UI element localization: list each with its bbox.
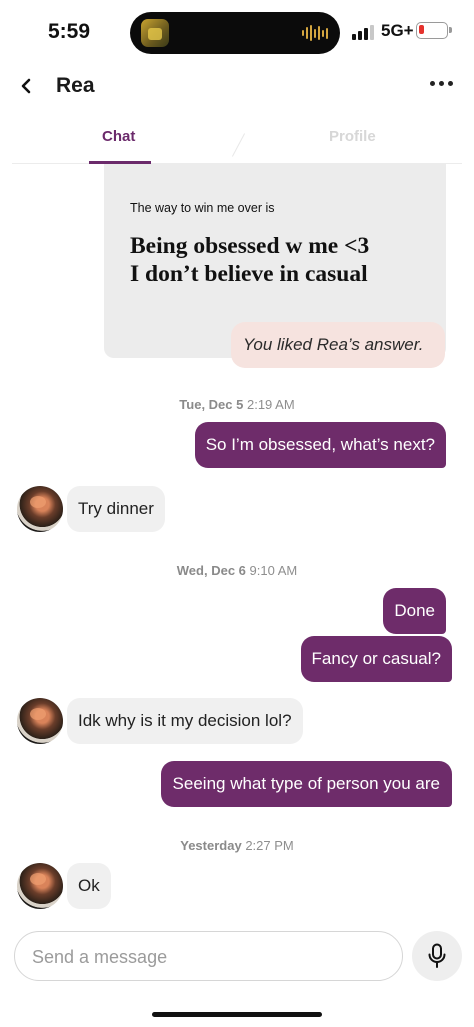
voice-message-button[interactable] — [412, 931, 462, 981]
more-options-button[interactable] — [426, 76, 456, 90]
timestamp-time: 2:27 PM — [245, 838, 294, 853]
timestamp-day: Yesterday — [180, 838, 242, 853]
avatar[interactable] — [17, 863, 63, 909]
timestamp-time: 2:19 AM — [246, 397, 295, 412]
message-input[interactable] — [32, 944, 372, 970]
avatar[interactable] — [17, 698, 63, 744]
back-button[interactable] — [14, 70, 44, 102]
timestamp-day: Wed, Dec 6 — [176, 563, 246, 578]
dynamic-island[interactable] — [130, 12, 340, 54]
more-horizontal-icon — [429, 80, 435, 86]
sent-message[interactable]: Done — [383, 588, 446, 634]
sent-message[interactable]: Fancy or casual? — [300, 636, 452, 682]
microphone-icon — [428, 943, 446, 968]
liked-answer-text: You liked Rea’s answer. — [243, 335, 424, 354]
prompt-answer-line: I don’t believe in casual — [130, 261, 368, 287]
battery-icon — [416, 22, 452, 39]
received-message[interactable]: Idk why is it my decision lol? — [67, 698, 303, 744]
prompt-answer-line: Being obsessed w me <3 — [130, 233, 370, 259]
avatar[interactable] — [17, 486, 63, 532]
timestamp: Tue, Dec 5 2:19 AM — [0, 397, 474, 412]
received-message[interactable]: Try dinner — [67, 486, 165, 532]
home-indicator[interactable] — [152, 1012, 322, 1017]
conversation-tabs: Chat Profile — [12, 118, 462, 164]
tab-chat[interactable]: Chat — [102, 128, 135, 145]
cellular-signal-icon — [352, 25, 374, 40]
tab-divider — [231, 133, 246, 157]
timestamp: Wed, Dec 6 9:10 AM — [0, 563, 474, 578]
live-activity-app-icon — [141, 19, 169, 47]
liked-answer-badge: You liked Rea’s answer. — [231, 322, 445, 368]
timestamp: Yesterday 2:27 PM — [0, 838, 474, 853]
audio-waveform-icon — [302, 25, 328, 41]
match-name[interactable]: Rea — [56, 74, 95, 98]
message-composer — [14, 931, 403, 981]
timestamp-time: 9:10 AM — [249, 563, 298, 578]
prompt-answer: Being obsessed w me <3 I don’t believe i… — [130, 232, 430, 288]
timestamp-day: Tue, Dec 5 — [179, 397, 244, 412]
prompt-question: The way to win me over is — [130, 201, 275, 215]
status-time: 5:59 — [48, 20, 91, 43]
chat-header: Rea — [0, 66, 474, 108]
sent-message[interactable]: Seeing what type of person you are — [160, 761, 452, 807]
chevron-left-icon — [21, 78, 31, 94]
sent-message[interactable]: So I’m obsessed, what’s next? — [194, 422, 446, 468]
received-message[interactable]: Ok — [67, 863, 111, 909]
status-bar: 5:59 5G+ — [0, 0, 474, 66]
network-label: 5G+ — [381, 21, 414, 40]
tab-profile[interactable]: Profile — [329, 128, 376, 145]
